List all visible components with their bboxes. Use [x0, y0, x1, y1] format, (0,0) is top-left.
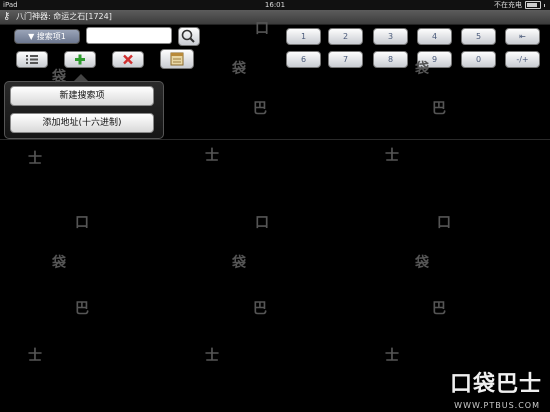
backspace-key[interactable]: ⇤: [505, 28, 540, 45]
notepad-button[interactable]: [160, 49, 194, 69]
search-button[interactable]: [178, 27, 200, 46]
status-bar: iPad 16:01 不在充电: [0, 0, 550, 10]
battery-tip-icon: [544, 3, 545, 7]
list-button[interactable]: [16, 51, 48, 68]
toolbar-divider: [0, 139, 550, 140]
brand-url: WWW.PTBUS.COM: [454, 401, 540, 410]
app-title: 八门神器: 命运之石[1724]: [16, 12, 112, 21]
notepad-icon: [170, 52, 184, 66]
close-icon: [123, 54, 133, 65]
key-8[interactable]: 8: [373, 51, 408, 68]
key-2[interactable]: 2: [328, 28, 363, 45]
search-input[interactable]: [86, 27, 172, 44]
key-4[interactable]: 4: [417, 28, 452, 45]
sign-toggle-key[interactable]: -/+: [505, 51, 540, 68]
brand-logo: 口袋巴士: [449, 372, 542, 397]
title-bar: ⚷ 八门神器: 命运之石[1724]: [0, 10, 550, 25]
delete-button[interactable]: [112, 51, 144, 68]
plus-icon: [75, 54, 85, 65]
battery-icon: [525, 1, 541, 9]
key-6[interactable]: 6: [286, 51, 321, 68]
list-icon: [26, 55, 38, 64]
search-icon: [181, 29, 195, 43]
add-button[interactable]: [64, 51, 96, 68]
menu-item-add-address[interactable]: 添加地址(十六进制): [10, 113, 154, 133]
charging-status: 不在充电: [494, 1, 522, 9]
popover-arrow: [74, 74, 88, 81]
key-3[interactable]: 3: [373, 28, 408, 45]
key-0[interactable]: 0: [461, 51, 496, 68]
key-1[interactable]: 1: [286, 28, 321, 45]
key-5[interactable]: 5: [461, 28, 496, 45]
search-item-selector[interactable]: ▼ 搜索项1: [14, 29, 80, 44]
key-7[interactable]: 7: [328, 51, 363, 68]
status-right: 不在充电: [494, 0, 545, 10]
key-icon: ⚷: [3, 11, 11, 22]
status-time: 16:01: [264, 1, 286, 9]
menu-item-new-search[interactable]: 新建搜索项: [10, 86, 154, 106]
